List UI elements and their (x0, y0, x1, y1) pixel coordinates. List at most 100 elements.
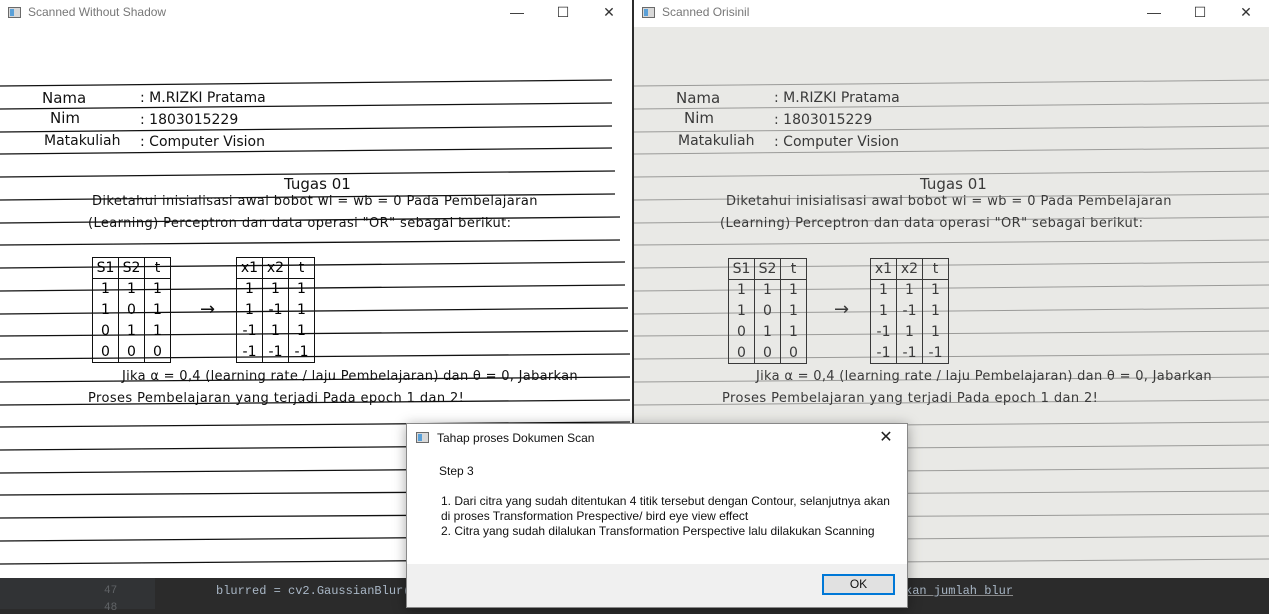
close-icon[interactable]: ✕ (871, 426, 901, 450)
problem-line-4: Proses Pembelajaran yang terjadi Pada ep… (722, 391, 1099, 406)
table-cell: 1 (789, 324, 798, 340)
input-table-binary: S1 S2 t 111 101 011 000 (92, 257, 171, 363)
table-cell: 1 (118, 278, 145, 300)
assignment-heading: Tugas 01 (920, 175, 987, 193)
input-table-bipolar: x1 x2 t 111 1 -1 1 -1 1 1 -1 -1 -1 (870, 258, 949, 364)
table-cell: 0 (118, 299, 145, 321)
table-cell: 1 (728, 279, 755, 301)
table-cell: 1 (931, 303, 940, 319)
table-header: S2 (754, 258, 781, 280)
step-item-1: 1. Dari citra yang sudah ditentukan 4 ti… (441, 494, 890, 523)
table-cell: 0 (728, 342, 755, 364)
table-cell: 1 (262, 320, 289, 342)
title-bar[interactable]: Scanned Without Shadow — ☐ ✕ (0, 0, 632, 26)
course-label: Matakuliah (44, 133, 121, 149)
table-header: S1 (728, 258, 755, 280)
name-label: Nama (676, 89, 721, 107)
nim-value: : 1803015229 (774, 112, 873, 128)
table-header: x1 (870, 258, 897, 280)
course-value: : Computer Vision (140, 134, 265, 150)
table-cell: 1 (789, 303, 798, 319)
input-table-binary: S1 S2 t 111 101 011 000 (728, 258, 807, 364)
dialog-message: Step 3 1. Dari citra yang sudah ditentuk… (439, 464, 895, 539)
app-icon (416, 432, 429, 443)
table-cell: 0 (789, 344, 798, 361)
table-cell: 0 (728, 321, 755, 343)
table-cell: -1 (896, 342, 923, 364)
name-label: Nama (42, 89, 87, 107)
scan-process-dialog[interactable]: Tahap proses Dokumen Scan ✕ Step 3 1. Da… (406, 423, 908, 608)
table-cell: 1 (297, 281, 306, 298)
table-cell: 1 (896, 321, 923, 343)
table-cell: 1 (92, 278, 119, 300)
nim-value: : 1803015229 (140, 112, 239, 128)
table-cell: 0 (153, 343, 162, 360)
minimize-icon[interactable]: — (1131, 0, 1177, 26)
app-icon (642, 7, 655, 18)
table-cell: 0 (754, 300, 781, 322)
table-cell: 1 (236, 299, 263, 321)
table-cell: 0 (118, 341, 145, 363)
dialog-title: Tahap proses Dokumen Scan (437, 431, 595, 445)
table-header: x2 (896, 258, 923, 280)
table-cell: 0 (92, 341, 119, 363)
window-title: Scanned Orisinil (662, 5, 750, 19)
table-cell: 1 (931, 282, 940, 299)
editor-gutter: 47 48 (0, 578, 155, 614)
arrow-icon: → (834, 299, 850, 320)
table-cell: -1 (870, 321, 897, 343)
name-value: : M.RIZKI Pratama (140, 90, 266, 106)
table-header: x2 (262, 257, 289, 279)
table-cell: -1 (294, 343, 309, 360)
close-icon[interactable]: ✕ (1223, 0, 1269, 26)
table-cell: 0 (754, 342, 781, 364)
table-cell: -1 (262, 341, 289, 363)
minimize-icon[interactable]: — (494, 0, 540, 26)
table-header: t (922, 258, 949, 280)
code-comment[interactable]: kan jumlah blur (905, 584, 1013, 598)
table-cell: 1 (236, 278, 263, 300)
table-cell: 1 (870, 279, 897, 301)
table-cell: 1 (870, 300, 897, 322)
table-cell: 1 (789, 282, 798, 299)
window-title: Scanned Without Shadow (28, 5, 167, 19)
assignment-heading: Tugas 01 (284, 175, 351, 193)
code-line[interactable]: blurred = cv2.GaussianBlur( (216, 584, 410, 598)
maximize-icon[interactable]: ☐ (540, 0, 586, 26)
close-icon[interactable]: ✕ (586, 0, 632, 26)
course-label: Matakuliah (678, 133, 755, 149)
table-cell: -1 (236, 341, 263, 363)
table-header: t (780, 258, 807, 280)
title-bar[interactable]: Scanned Orisinil — ☐ ✕ (634, 0, 1269, 26)
arrow-icon: → (200, 299, 216, 320)
table-cell: 1 (931, 324, 940, 340)
table-cell: 1 (754, 279, 781, 301)
ok-button[interactable]: OK (822, 574, 895, 595)
problem-line-2: (Learning) Perceptron dan data operasi "… (720, 216, 1144, 231)
table-cell: -1 (896, 300, 923, 322)
table-cell: -1 (928, 344, 943, 361)
table-cell: 1 (754, 321, 781, 343)
problem-line-4: Proses Pembelajaran yang terjadi Pada ep… (88, 391, 465, 406)
course-value: : Computer Vision (774, 134, 899, 150)
maximize-icon[interactable]: ☐ (1177, 0, 1223, 26)
name-value: : M.RIZKI Pratama (774, 90, 900, 106)
table-cell: 1 (153, 302, 162, 318)
table-cell: -1 (870, 342, 897, 364)
step-label: Step 3 (439, 464, 474, 478)
table-cell: 1 (297, 302, 306, 318)
table-header: t (144, 257, 171, 279)
line-number: 48 (104, 602, 118, 614)
problem-line-2: (Learning) Perceptron dan data operasi "… (88, 216, 512, 231)
step-item-2: 2. Citra yang sudah dilalukan Transforma… (441, 524, 875, 538)
table-header: x1 (236, 257, 263, 279)
dialog-footer: OK (407, 564, 907, 607)
nim-label: Nim (50, 109, 80, 127)
problem-line-1: Diketahui inisialisasi awal bobot wi = w… (726, 194, 1172, 209)
table-cell: 1 (728, 300, 755, 322)
input-table-bipolar: x1 x2 t 111 1 -1 1 -1 1 1 -1 -1 -1 (236, 257, 315, 363)
table-cell: 0 (92, 320, 119, 342)
table-header: S2 (118, 257, 145, 279)
problem-line-3: Jika α = 0,4 (learning rate / laju Pembe… (756, 369, 1212, 384)
table-cell: 1 (262, 278, 289, 300)
